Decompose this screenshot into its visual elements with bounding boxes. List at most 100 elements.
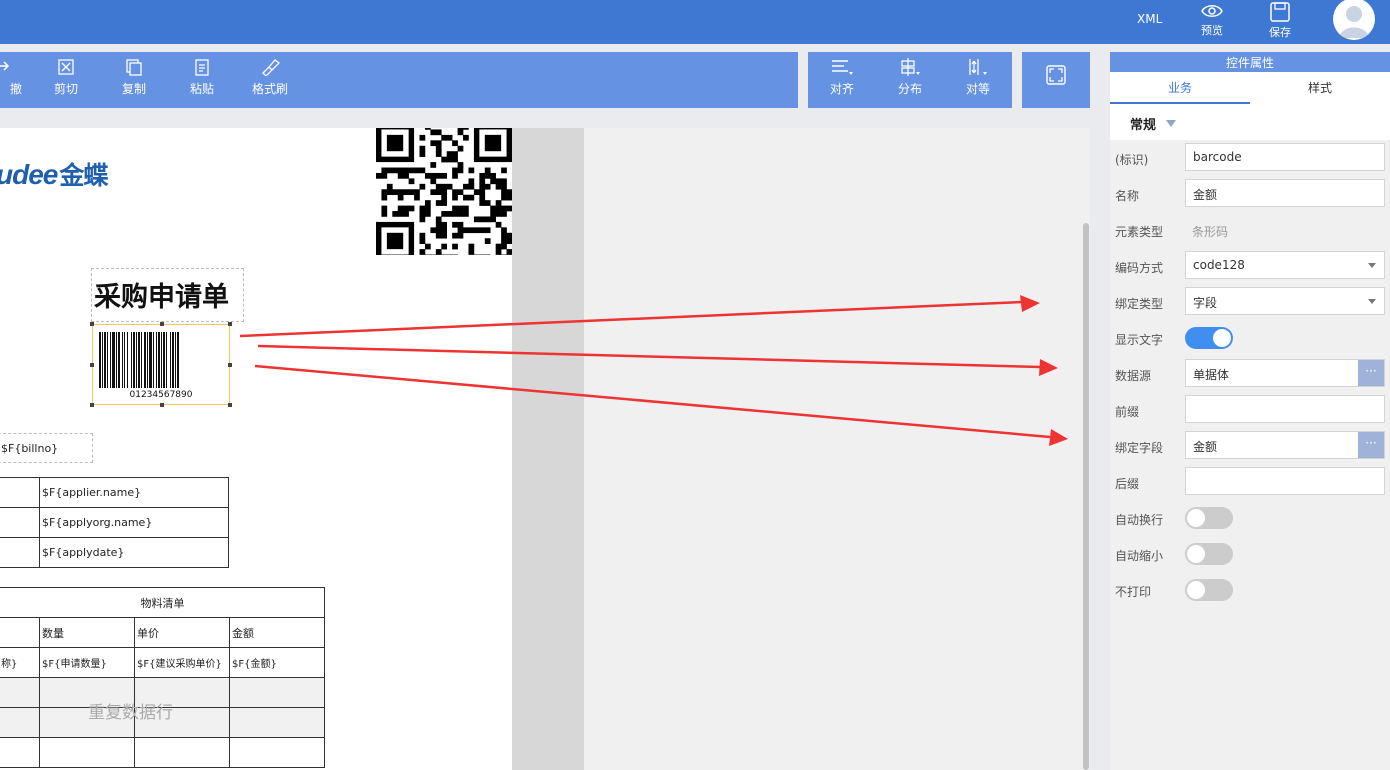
resize-handle[interactable] [160, 322, 164, 326]
material-table[interactable]: 物料清单 数量 单价 金额 称} $F{申请数量} $F{建议采购单价} $F{… [0, 587, 325, 768]
table-header[interactable]: 数量 [39, 617, 135, 648]
table-row: 物料清单 [0, 587, 325, 618]
autowrap-toggle[interactable] [1185, 507, 1233, 529]
table-cell[interactable]: $F{申请数量} [39, 647, 135, 678]
caret-down-icon [1166, 120, 1177, 127]
design-canvas[interactable]: udee金蝶 采购申请单 01234567890 $F{billno} $F{a… [0, 128, 1090, 770]
undo-button[interactable]: 撤 [0, 52, 28, 108]
fullscreen-button[interactable] [1031, 58, 1081, 114]
format-painter-button[interactable]: 格式刷 [245, 52, 295, 108]
table-cell[interactable] [39, 737, 135, 768]
table-header[interactable]: 金额 [229, 617, 325, 648]
material-table-title[interactable]: 物料清单 [0, 587, 325, 618]
info-table[interactable]: $F{applier.name} $F{applyorg.name} $F{ap… [0, 477, 229, 568]
table-cell[interactable]: 称} [0, 647, 40, 678]
barcode-bar [147, 332, 148, 388]
datasource-browse-button[interactable]: ··· [1358, 360, 1384, 386]
resize-handle[interactable] [228, 322, 232, 326]
copy-button[interactable]: 复制 [109, 52, 159, 108]
qr-module [501, 238, 507, 244]
table-cell[interactable]: $F{建议采购单价} [134, 647, 230, 678]
qr-module [490, 211, 496, 217]
bind-field-browse-button[interactable]: ··· [1358, 432, 1384, 458]
table-cell[interactable] [0, 617, 40, 648]
table-cell[interactable] [0, 477, 40, 508]
show-text-toggle[interactable] [1185, 327, 1233, 349]
table-cell[interactable] [229, 707, 325, 738]
bind-type-select[interactable]: 字段 [1185, 287, 1385, 315]
name-input[interactable]: 金额 [1185, 179, 1385, 207]
table-cell[interactable]: $F{applydate} [39, 537, 229, 568]
resize-handle[interactable] [228, 363, 232, 367]
qr-module [457, 205, 464, 212]
resize-handle[interactable] [90, 322, 94, 326]
suffix-input[interactable] [1185, 467, 1385, 495]
datasource-input[interactable]: 单据体 ··· [1185, 359, 1385, 387]
eye-icon [1201, 5, 1223, 17]
tab-style[interactable]: 样式 [1250, 72, 1390, 104]
report-page[interactable]: udee金蝶 采购申请单 01234567890 $F{billno} $F{a… [0, 128, 512, 770]
qr-module [419, 211, 426, 217]
resize-handle[interactable] [228, 403, 232, 407]
qr-module [435, 249, 442, 255]
scissors-icon [58, 59, 74, 75]
qr-module [381, 189, 388, 196]
resize-handle[interactable] [90, 363, 94, 367]
avatar[interactable] [1333, 0, 1375, 40]
align-icon [832, 60, 853, 75]
barcode-bar [131, 332, 132, 388]
barcode-bar [153, 332, 154, 388]
table-cell[interactable]: $F{applier.name} [39, 477, 229, 508]
distribute-button[interactable]: 分布 [885, 52, 935, 108]
resize-handle[interactable] [90, 403, 94, 407]
prefix-input[interactable] [1185, 395, 1385, 423]
resize-handle[interactable] [160, 403, 164, 407]
qr-module [468, 178, 475, 185]
table-cell[interactable]: $F{applyorg.name} [39, 507, 229, 538]
equalize-button[interactable]: 对等 [953, 52, 1003, 108]
encoding-select[interactable]: code128 [1185, 251, 1385, 279]
vertical-scrollbar[interactable] [1083, 223, 1089, 770]
align-button[interactable]: 对齐 [817, 52, 867, 108]
table-cell[interactable] [134, 737, 230, 768]
qr-module [424, 211, 431, 217]
table-cell[interactable] [0, 507, 40, 538]
billno-field[interactable]: $F{billno} [0, 433, 93, 463]
barcode-bar [170, 332, 171, 388]
prop-noprint: 不打印 [1110, 575, 1390, 605]
panel-title: 控件属性 [1110, 52, 1390, 72]
qr-module [484, 167, 491, 174]
qr-module [441, 189, 448, 196]
table-cell[interactable] [0, 707, 40, 738]
section-general[interactable]: 常规 [1110, 104, 1390, 140]
paste-button[interactable]: 粘贴 [177, 52, 227, 108]
save-button[interactable]: 保存 [1260, 0, 1300, 44]
qr-module [419, 134, 426, 141]
table-cell[interactable] [0, 677, 40, 708]
qr-module [484, 216, 491, 223]
autoshrink-toggle[interactable] [1185, 543, 1233, 565]
table-cell[interactable] [0, 537, 40, 568]
qr-finder [386, 232, 404, 250]
cut-button[interactable]: 剪切 [41, 52, 91, 108]
cut-label: 剪切 [53, 82, 78, 96]
xml-button[interactable]: XML [1137, 12, 1162, 26]
table-cell[interactable]: $F{金额} [229, 647, 325, 678]
bind-field-input[interactable]: 金额 ··· [1185, 431, 1385, 459]
table-cell[interactable] [229, 737, 325, 768]
table-cell[interactable] [0, 737, 40, 768]
qr-module [479, 183, 486, 190]
barcode-element[interactable]: 01234567890 [90, 322, 232, 407]
table-header[interactable]: 单价 [134, 617, 230, 648]
table-cell[interactable] [229, 677, 325, 708]
preview-button[interactable]: 预览 [1192, 0, 1232, 44]
company-logo[interactable]: udee金蝶 [0, 156, 108, 192]
element-type-value: 条形码 [1192, 225, 1229, 239]
noprint-toggle[interactable] [1185, 579, 1233, 601]
prop-label: 自动缩小 [1115, 549, 1164, 563]
qr-module [441, 211, 448, 217]
id-input[interactable]: barcode [1185, 143, 1385, 171]
tab-business[interactable]: 业务 [1110, 72, 1250, 104]
report-title[interactable]: 采购申请单 [91, 268, 244, 322]
qrcode-element[interactable] [376, 128, 512, 255]
